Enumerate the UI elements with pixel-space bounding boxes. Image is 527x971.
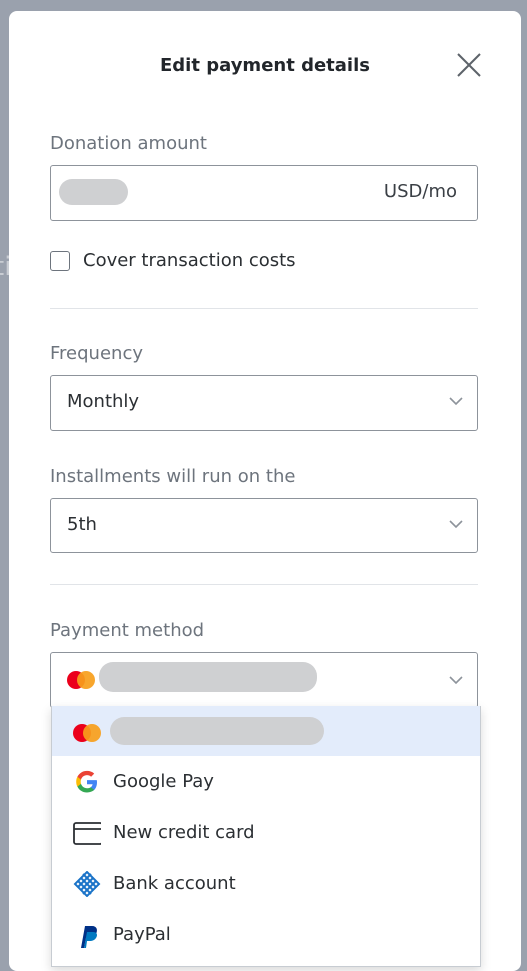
cover-costs-label[interactable]: Cover transaction costs [83,250,296,271]
donation-amount-input[interactable]: USD/mo [50,165,478,221]
payment-option-paypal[interactable]: PayPal [52,910,480,960]
redacted-card-label [99,662,317,692]
section-divider [50,584,478,585]
frequency-value: Monthly [67,391,140,412]
payment-method-options: Google Pay New credit card Bank account [51,706,481,967]
redacted-amount [59,179,128,205]
payment-option-google-pay[interactable]: Google Pay [52,757,480,807]
currency-suffix: USD/mo [383,181,457,202]
bank-icon [73,871,101,897]
modal-title: Edit payment details [160,55,370,76]
installments-select[interactable]: 5th [50,498,478,553]
mastercard-icon [73,724,101,742]
installments-label: Installments will run on the [50,466,296,487]
payment-option-label: New credit card [113,822,255,843]
payment-option-saved-card[interactable] [52,706,480,756]
chevron-down-icon [449,397,463,406]
close-button[interactable] [453,49,485,81]
chevron-down-icon [449,520,463,529]
chevron-down-icon [449,676,463,685]
close-icon [457,53,481,77]
installments-value: 5th [67,514,97,535]
payment-option-label: Bank account [113,873,236,894]
paypal-icon [81,926,97,948]
edit-payment-modal: Edit payment details Donation amount USD… [9,11,521,971]
payment-option-label: Google Pay [113,771,214,792]
section-divider [50,308,478,309]
cover-costs-checkbox[interactable] [50,251,70,271]
payment-method-select[interactable] [50,652,478,708]
mastercard-icon [67,671,95,689]
payment-option-new-card[interactable]: New credit card [52,808,480,858]
frequency-select[interactable]: Monthly [50,375,478,431]
redacted-card-label [110,717,324,745]
payment-method-label: Payment method [50,620,205,641]
credit-card-icon [73,822,101,845]
google-icon [76,770,97,793]
payment-option-bank-account[interactable]: Bank account [52,859,480,909]
frequency-label: Frequency [50,343,143,364]
donation-amount-label: Donation amount [50,133,207,154]
